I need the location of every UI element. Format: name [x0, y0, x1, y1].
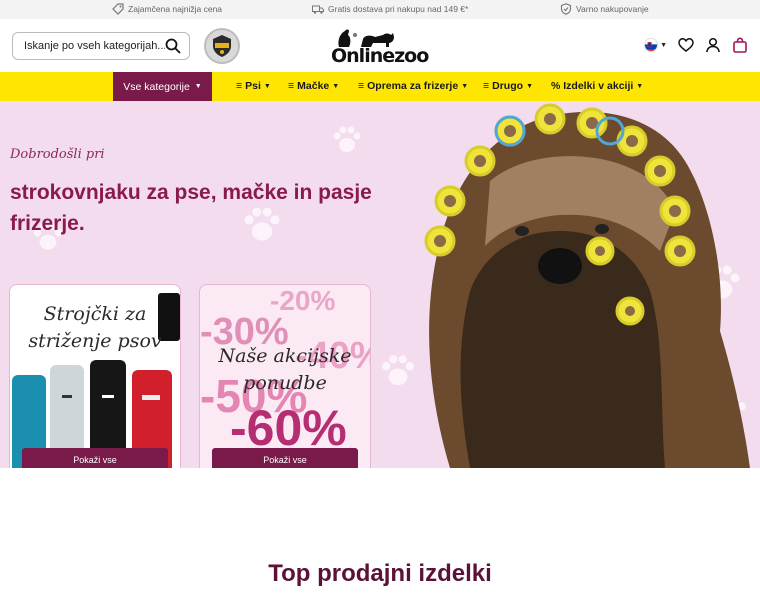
- trust-seal-badge[interactable]: [204, 28, 240, 64]
- chevron-down-icon: ▼: [461, 82, 469, 90]
- price-tag-icon: [112, 3, 124, 15]
- menu-lines-icon: ≡: [483, 80, 490, 92]
- language-selector[interactable]: ▼: [644, 38, 667, 52]
- site-logo[interactable]: Onlinezoo: [331, 27, 431, 67]
- chevron-down-icon: ▼: [636, 82, 644, 90]
- search-icon[interactable]: [165, 38, 181, 54]
- paw-print-icon: [333, 126, 361, 152]
- nav-item-psi[interactable]: ≡ Psi ▼: [236, 80, 271, 92]
- delivery-truck-icon: [312, 5, 324, 14]
- chevron-down-icon: ▼: [526, 82, 533, 90]
- all-categories-button[interactable]: Vse kategorije ▼: [113, 72, 212, 101]
- shopping-bag-icon[interactable]: [732, 37, 748, 53]
- chevron-down-icon: ▼: [332, 82, 340, 90]
- site-header: Onlinezoo ▼: [0, 19, 760, 72]
- topbar-item-price: Zajamčena najnižja cena: [112, 3, 222, 15]
- hero-headline: strokovnjaku za pse, mačke in pasje friz…: [10, 181, 372, 235]
- menu-lines-icon: ≡: [288, 80, 295, 92]
- discount-label: -60%: [230, 400, 347, 456]
- topbar-item-secure: Varno nakupovanje: [560, 3, 649, 15]
- user-icon[interactable]: [705, 37, 721, 53]
- seal-icon: [213, 35, 231, 57]
- heart-icon[interactable]: [678, 37, 694, 53]
- section-title: Top prodajni izdelki: [268, 560, 492, 587]
- dog-with-curlers-image: [424, 103, 750, 468]
- show-all-button[interactable]: Pokaži vse: [22, 448, 168, 468]
- chevron-down-icon: ▼: [194, 83, 202, 90]
- search-box[interactable]: [12, 32, 190, 60]
- main-navigation: Vse kategorije ▼ ≡ Psi ▼ ≡ Mačke ▼ ≡ Oprema z…: [0, 72, 760, 101]
- card-title: Strojčki za striženje psov: [28, 303, 162, 352]
- show-all-button[interactable]: Pokaži vse: [212, 448, 358, 468]
- search-input[interactable]: [24, 40, 165, 52]
- card-title: Naše akcijske ponudbe: [218, 345, 352, 394]
- header-actions: ▼: [644, 37, 748, 53]
- nav-item-izdelki-v-akciji[interactable]: % Izdelki v akciji ▼: [551, 80, 643, 92]
- promo-card-offers[interactable]: -20% -30% -40% -50% -60% Naše akcijske p…: [199, 284, 371, 468]
- nav-item-drugo[interactable]: ≡ Drugo ▼: [483, 80, 533, 92]
- promo-card-clippers[interactable]: Strojčki za striženje psov Pokaži vse: [9, 284, 181, 468]
- top-info-bar: Zajamčena najnižja cena Gratis dostava p…: [0, 0, 760, 19]
- chevron-down-icon: ▼: [660, 41, 667, 49]
- menu-lines-icon: ≡: [358, 80, 365, 92]
- logo-text: Onlinezoo: [331, 45, 429, 67]
- shield-check-icon: [560, 3, 572, 15]
- hero-welcome-text: Dobrodošli pri: [10, 147, 105, 162]
- nav-item-macke[interactable]: ≡ Mačke ▼: [288, 80, 339, 92]
- slovenia-flag-icon: [644, 38, 659, 52]
- topbar-item-delivery: Gratis dostava pri nakupu nad 149 €*: [312, 3, 468, 15]
- nav-item-oprema-za-frizerje[interactable]: ≡ Oprema za frizerje ▼: [358, 80, 468, 92]
- chevron-down-icon: ▼: [263, 82, 271, 90]
- hero-banner: Dobrodošli pri strokovnjaku za pse, mačk…: [0, 101, 760, 468]
- menu-lines-icon: ≡: [236, 80, 243, 92]
